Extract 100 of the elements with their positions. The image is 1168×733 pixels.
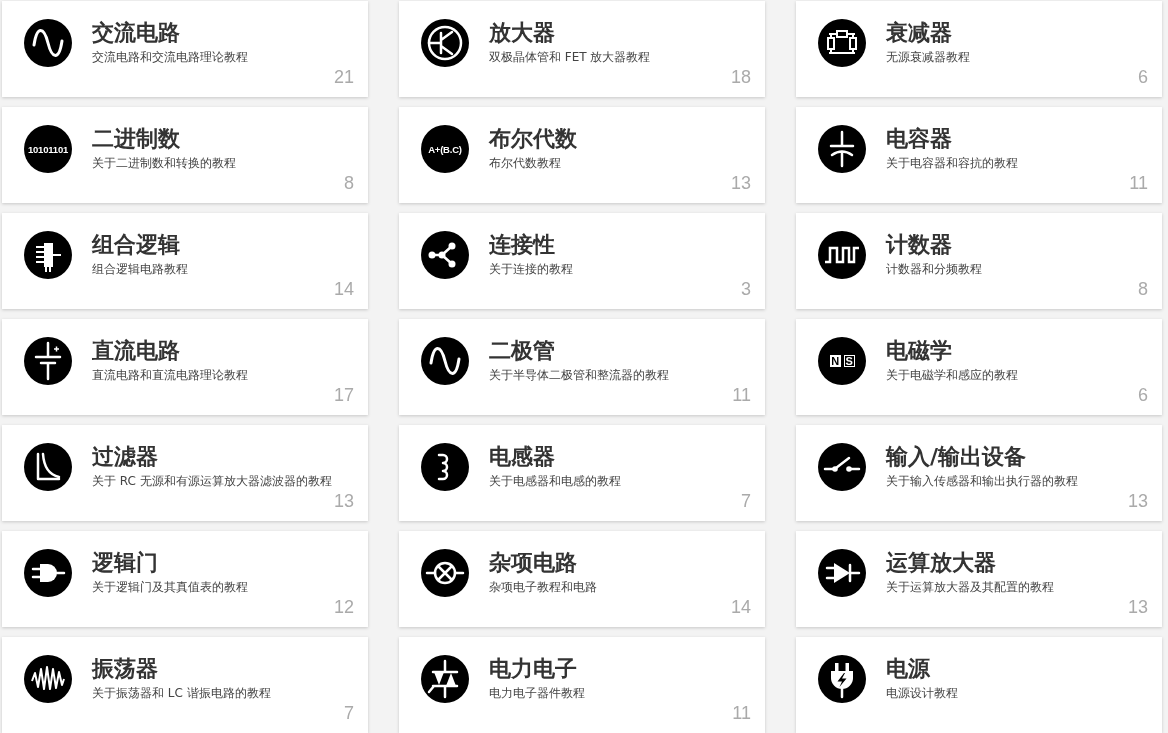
card-title: 衰减器 (886, 19, 953, 47)
tutorial-count: 7 (344, 703, 354, 723)
card-description: 交流电路和交流电路理论教程 (92, 49, 249, 65)
card-description: 关于运算放大器及其配置的教程 (886, 579, 1055, 595)
tutorial-count: 21 (333, 67, 354, 87)
card-title: 交流电路 (92, 19, 181, 47)
tutorial-count: 11 (732, 703, 751, 723)
tutorial-count: 12 (333, 597, 354, 617)
card-description: 电力电子器件教程 (489, 685, 586, 701)
sine-wave-icon (421, 337, 469, 385)
card-title: 组合逻辑 (92, 231, 181, 259)
tutorial-count: 11 (1129, 173, 1148, 193)
card-description: 直流电路和直流电路理论教程 (92, 367, 249, 383)
chip-icon (24, 231, 72, 279)
tutorial-count: 17 (333, 385, 354, 405)
card-title: 电感器 (489, 443, 556, 471)
topic-card[interactable]: 电容器 关于电容器和容抗的教程 11 (796, 107, 1162, 203)
tutorial-count: 14 (730, 597, 751, 617)
topic-card[interactable]: 电感器 关于电感器和电感的教程 7 (399, 425, 765, 521)
square-wave-icon (818, 231, 866, 279)
card-title: 连接性 (489, 231, 556, 259)
tutorial-count: 8 (1138, 279, 1148, 299)
card-title: 放大器 (489, 19, 556, 47)
tutorial-count: 7 (741, 491, 751, 511)
card-description: 无源衰减器教程 (886, 49, 971, 65)
tutorial-count: 13 (1127, 597, 1148, 617)
battery-icon (24, 337, 72, 385)
switch-icon (818, 443, 866, 491)
topic-card[interactable]: 振荡器 关于振荡器和 LC 谐振电路的教程 7 (2, 637, 368, 733)
tutorial-count: 6 (1138, 67, 1148, 87)
resistor-network-icon (818, 19, 866, 67)
card-title: 逻辑门 (92, 549, 159, 577)
card-description: 杂项电子教程和电路 (489, 579, 598, 595)
card-title: 输入/输出设备 (886, 443, 1028, 471)
card-description: 组合逻辑电路教程 (92, 261, 189, 277)
topic-card[interactable]: 逻辑门 关于逻辑门及其真值表的教程 12 (2, 531, 368, 627)
topic-card[interactable]: 输入/输出设备 关于输入传感器和输出执行器的教程 13 (796, 425, 1162, 521)
logic-gate-icon (24, 549, 72, 597)
tutorial-count: 6 (1138, 385, 1148, 405)
topic-card[interactable]: 交流电路 交流电路和交流电路理论教程 21 (2, 1, 368, 97)
card-title: 二极管 (489, 337, 556, 365)
network-nodes-icon (421, 231, 469, 279)
capacitor-icon (818, 125, 866, 173)
magnet-pole-label: S (843, 355, 855, 367)
card-title: 电磁学 (886, 337, 953, 365)
card-description: 计数器和分频教程 (886, 261, 983, 277)
card-title: 电力电子 (489, 655, 578, 683)
topic-card[interactable]: 直流电路 直流电路和直流电路理论教程 17 (2, 319, 368, 415)
topic-card[interactable]: 运算放大器 关于运算放大器及其配置的教程 13 (796, 531, 1162, 627)
formula-icon: A+(B.C) (421, 125, 469, 173)
topic-card[interactable]: 连接性 关于连接的教程 3 (399, 213, 765, 309)
card-description: 关于 RC 无源和有源运算放大器滤波器的教程 (92, 473, 333, 489)
binary-code-icon: 10101101 (24, 125, 72, 173)
card-description: 关于逻辑门及其真值表的教程 (92, 579, 249, 595)
topic-card[interactable]: 电源 电源设计教程 (796, 637, 1162, 733)
filter-curve-icon (24, 443, 72, 491)
topic-card[interactable]: 组合逻辑 组合逻辑电路教程 14 (2, 213, 368, 309)
tutorial-count: 13 (730, 173, 751, 193)
tutorial-count: 8 (344, 173, 354, 193)
tutorial-count: 3 (741, 279, 751, 299)
thyristor-icon (421, 655, 469, 703)
tutorial-count: 13 (1127, 491, 1148, 511)
card-title: 振荡器 (92, 655, 159, 683)
lamp-icon (421, 549, 469, 597)
topic-card[interactable]: 衰减器 无源衰减器教程 6 (796, 1, 1162, 97)
zigzag-wave-icon (24, 655, 72, 703)
card-title: 电容器 (886, 125, 953, 153)
card-title: 电源 (886, 655, 931, 683)
topic-card[interactable]: 过滤器 关于 RC 无源和有源运算放大器滤波器的教程 13 (2, 425, 368, 521)
coil-icon (421, 443, 469, 491)
topic-card[interactable]: 杂项电路 杂项电子教程和电路 14 (399, 531, 765, 627)
topic-card[interactable]: N S 电磁学 关于电磁学和感应的教程 6 (796, 319, 1162, 415)
card-description: 关于电容器和容抗的教程 (886, 155, 1019, 171)
topic-card[interactable]: 计数器 计数器和分频教程 8 (796, 213, 1162, 309)
card-description: 关于连接的教程 (489, 261, 574, 277)
sine-wave-icon (24, 19, 72, 67)
tutorial-count: 11 (732, 385, 751, 405)
card-title: 过滤器 (92, 443, 159, 471)
card-title: 直流电路 (92, 337, 181, 365)
card-title: 杂项电路 (489, 549, 578, 577)
card-title: 二进制数 (92, 125, 181, 153)
diode-icon (818, 549, 866, 597)
card-description: 关于电磁学和感应的教程 (886, 367, 1019, 383)
card-description: 关于二进制数和转换的教程 (92, 155, 237, 171)
topic-card[interactable]: A+(B.C) 布尔代数 布尔代数教程 13 (399, 107, 765, 203)
card-description: 电源设计教程 (886, 685, 959, 701)
topic-card[interactable]: 10101101 二进制数 关于二进制数和转换的教程 8 (2, 107, 368, 203)
transistor-icon (421, 19, 469, 67)
card-description: 关于电感器和电感的教程 (489, 473, 622, 489)
topic-card[interactable]: 二极管 关于半导体二极管和整流器的教程 11 (399, 319, 765, 415)
card-title: 计数器 (886, 231, 953, 259)
card-description: 关于振荡器和 LC 谐振电路的教程 (92, 685, 272, 701)
card-title: 运算放大器 (886, 549, 997, 577)
plug-icon (818, 655, 866, 703)
card-description: 布尔代数教程 (489, 155, 562, 171)
magnet-pole-label: N (829, 355, 841, 367)
tutorial-count: 14 (333, 279, 354, 299)
topic-card[interactable]: 电力电子 电力电子器件教程 11 (399, 637, 765, 733)
topic-card[interactable]: 放大器 双极晶体管和 FET 放大器教程 18 (399, 1, 765, 97)
card-description: 关于输入传感器和输出执行器的教程 (886, 473, 1079, 489)
